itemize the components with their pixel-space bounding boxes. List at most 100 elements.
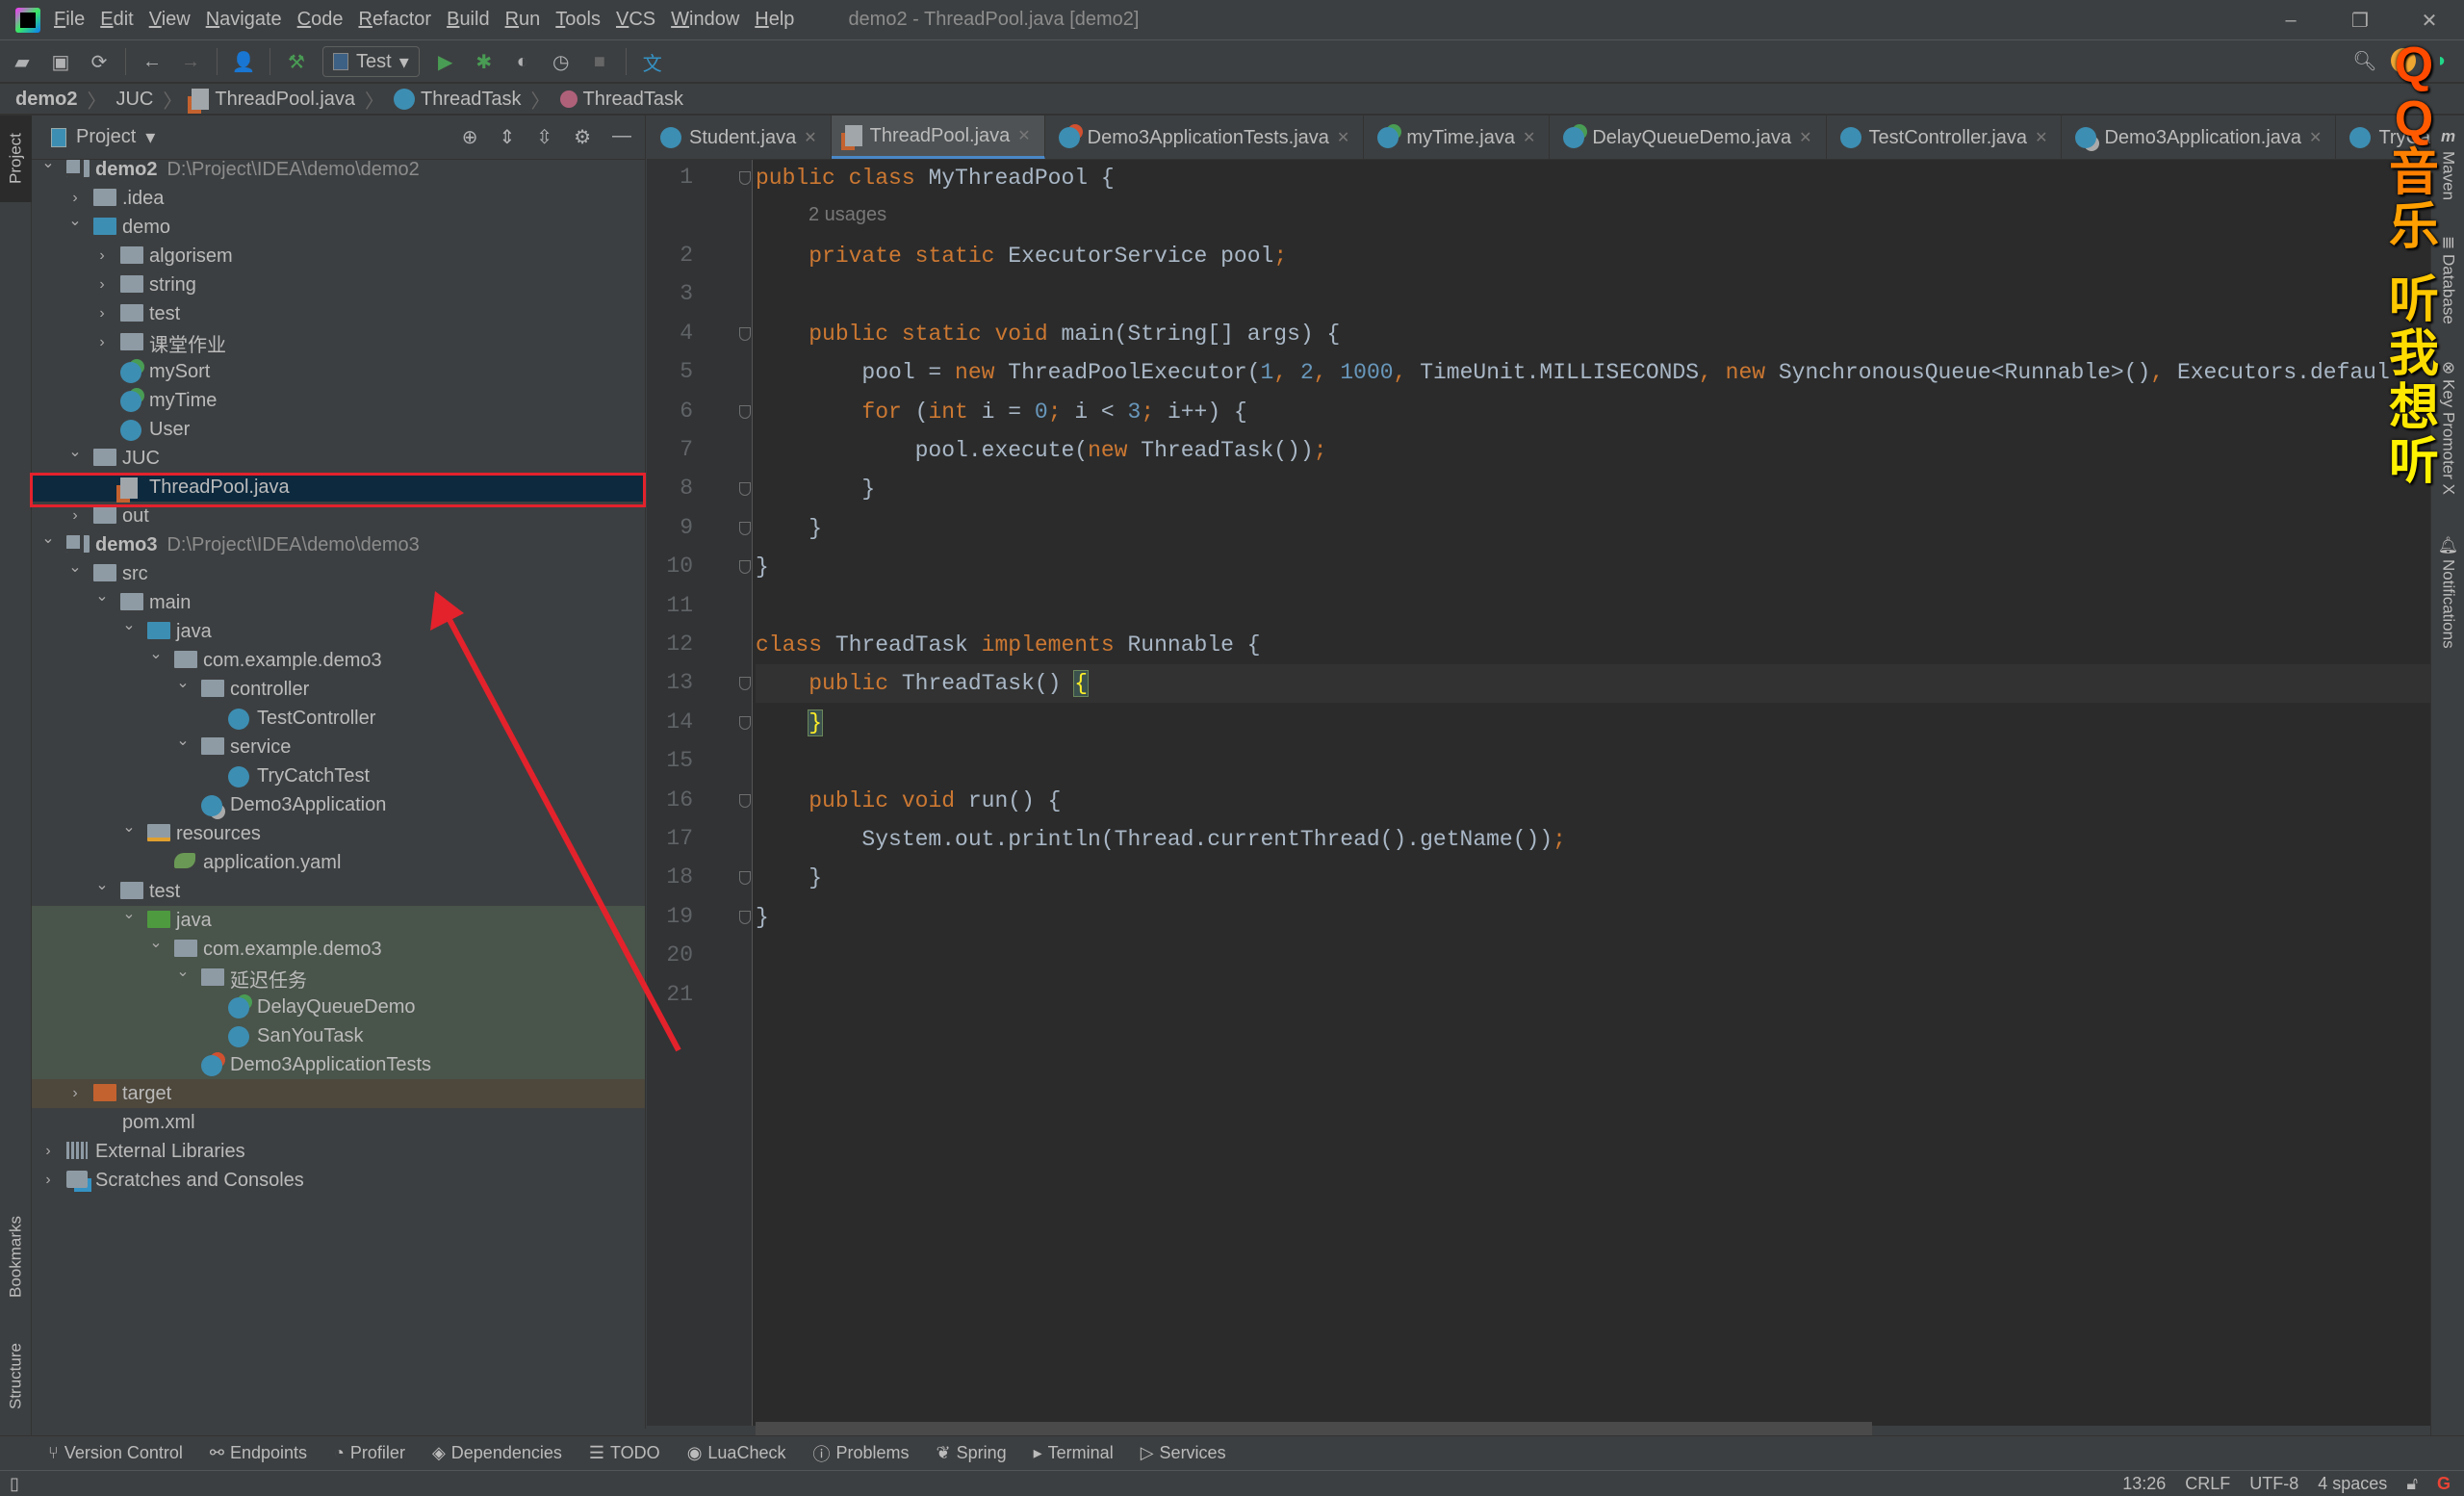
project-tool-tab[interactable]: Project [0, 116, 32, 202]
save-icon[interactable]: ▣ [48, 49, 73, 74]
tool-profiler[interactable]: ◔ Profiler [334, 1443, 405, 1463]
translate-icon[interactable]: 文 [640, 49, 665, 75]
notifications-tool-tab[interactable]: 🔔︎ Notifications [2431, 534, 2464, 649]
tree-item[interactable]: Demo3ApplicationTests [32, 1050, 645, 1079]
tree-item[interactable]: › External Libraries [32, 1137, 645, 1166]
tree-item[interactable]: ⌄ resources [32, 819, 645, 848]
menu-vcs[interactable]: VCS [616, 9, 655, 31]
fold-marker-icon[interactable] [739, 715, 751, 730]
chevron-down-icon[interactable]: ⌄ [120, 615, 138, 634]
forward-icon[interactable]: → [178, 49, 203, 74]
chevron-down-icon[interactable]: ⌄ [147, 644, 165, 663]
tree-item[interactable]: › target [32, 1079, 645, 1108]
tool-endpoints[interactable]: ⚯ Endpoints [210, 1443, 307, 1463]
search-icon[interactable]: 🔍︎ [2352, 48, 2377, 73]
maximize-button[interactable]: ❐ [2325, 0, 2395, 40]
chevron-right-icon[interactable]: › [66, 507, 84, 525]
profile-icon[interactable]: ◷ [549, 49, 574, 74]
minimize-button[interactable]: – [2256, 0, 2325, 40]
tool-terminal[interactable]: ▸ Terminal [1034, 1443, 1114, 1463]
menu-navigate[interactable]: Navigate [206, 9, 282, 31]
code-editor[interactable]: 1 2 3 4 5 6 7 8 9 10 11 12 13 14 15 16 17 18 19 20 21 2 usag… [647, 160, 2430, 1426]
close-tab-icon[interactable]: ✕ [1523, 128, 1535, 147]
menu-run[interactable]: Run [505, 9, 541, 31]
tree-item[interactable]: ⌄ demo2 D:\Project\IDEA\demo\demo2 [32, 155, 645, 184]
tree-item[interactable]: ⌄ main [32, 586, 645, 617]
coverage-icon[interactable]: ◐ [510, 49, 535, 74]
tree-item[interactable]: pom.xml [32, 1108, 645, 1137]
chevron-down-icon[interactable]: ⌄ [120, 904, 138, 923]
close-tab-icon[interactable]: ✕ [804, 128, 816, 147]
tree-item[interactable]: › algorisem [32, 242, 645, 271]
editor-tab[interactable]: Demo3Application.java ✕ [2062, 116, 2337, 159]
sync-icon[interactable]: ⟳ [87, 49, 112, 74]
tool-todo[interactable]: ☰ TODO [589, 1443, 660, 1463]
tool-dependencies[interactable]: ◈ Dependencies [432, 1443, 562, 1463]
tree-item[interactable]: ⌄ src [32, 559, 645, 588]
close-tab-icon[interactable]: ✕ [1799, 128, 1811, 147]
menu-view[interactable]: View [149, 9, 191, 31]
tree-item[interactable]: DelayQueueDemo [32, 993, 645, 1021]
file-encoding[interactable]: UTF-8 [2249, 1474, 2298, 1494]
tree-item[interactable]: ⌄ service [32, 731, 645, 761]
tree-item[interactable]: TestController [32, 704, 645, 733]
chevron-down-icon[interactable]: ⌄ [174, 962, 192, 981]
chevron-down-icon[interactable]: ⌄ [147, 933, 165, 952]
tree-item[interactable]: › string [32, 271, 645, 299]
line-separator[interactable]: CRLF [2185, 1474, 2230, 1494]
breadcrumb-item[interactable]: JUC [116, 89, 153, 111]
menu-edit[interactable]: Edit [100, 9, 133, 31]
chevron-down-icon[interactable]: ⌄ [93, 586, 111, 606]
menu-build[interactable]: Build [447, 9, 489, 31]
breadcrumb-item[interactable]: ThreadPool.java [192, 89, 355, 111]
hide-panel-icon[interactable]: — [612, 125, 631, 149]
editor-tab[interactable]: TestController.java ✕ [1827, 116, 2063, 159]
tree-item[interactable]: TryCatchTest [32, 761, 645, 790]
stop-icon[interactable]: ■ [587, 49, 612, 74]
lock-icon[interactable]: 🔓︎ [2406, 1474, 2418, 1494]
fold-marker-icon[interactable] [739, 326, 751, 341]
tree-item[interactable]: ⌄ java [32, 615, 645, 646]
menu-file[interactable]: File [54, 9, 85, 31]
chevron-right-icon[interactable]: › [39, 1172, 57, 1189]
tree-item[interactable]: ⌄ JUC [32, 444, 645, 473]
usages-inlay-hint[interactable]: 2 usages [808, 204, 886, 226]
chevron-down-icon[interactable]: ▾ [145, 125, 155, 149]
chevron-down-icon[interactable]: ⌄ [174, 673, 192, 692]
caret-position[interactable]: 13:26 [2122, 1474, 2166, 1494]
run-icon[interactable]: ▶ [433, 49, 458, 74]
editor-tab[interactable]: Student.java ✕ [647, 116, 832, 159]
menu-help[interactable]: Help [755, 9, 794, 31]
back-icon[interactable]: ← [140, 49, 165, 74]
fold-marker-icon[interactable] [739, 677, 751, 691]
chevron-right-icon[interactable]: › [66, 1085, 84, 1102]
menu-refactor[interactable]: Refactor [358, 9, 431, 31]
toggle-tool-windows-icon[interactable]: ▯ [10, 1474, 19, 1494]
tree-item[interactable]: › test [32, 299, 645, 328]
tool-services[interactable]: ▷ Services [1141, 1443, 1226, 1463]
editor-tab[interactable]: DelayQueueDemo.java ✕ [1550, 116, 1827, 159]
tool-problems[interactable]: ⓘ Problems [812, 1441, 909, 1466]
chevron-down-icon[interactable]: ⌄ [174, 731, 192, 750]
tree-item[interactable]: application.yaml [32, 848, 645, 877]
google-icon[interactable]: G [2437, 1474, 2451, 1494]
chevron-right-icon[interactable]: › [93, 334, 111, 351]
build-hammer-icon[interactable]: ⚒ [284, 49, 309, 74]
breadcrumb-item[interactable]: ThreadTask [394, 89, 522, 111]
locate-file-icon[interactable]: ⊕ [462, 125, 478, 149]
chevron-down-icon[interactable]: ⌄ [39, 529, 57, 548]
close-button[interactable]: ✕ [2395, 0, 2464, 40]
chevron-right-icon[interactable]: › [93, 247, 111, 265]
fold-marker-icon[interactable] [739, 910, 751, 924]
tree-item[interactable]: mySort [32, 357, 645, 386]
tree-item[interactable]: ⌄ java [32, 904, 645, 935]
fold-marker-icon[interactable] [739, 171, 751, 185]
debug-icon[interactable]: ✱ [472, 49, 497, 74]
project-view-select[interactable]: Project [76, 126, 136, 148]
chevron-right-icon[interactable]: › [39, 1143, 57, 1160]
breadcrumb-item[interactable]: ThreadTask [559, 89, 683, 111]
tree-item[interactable]: Demo3Application [32, 790, 645, 819]
expand-all-icon[interactable]: ⇕ [500, 125, 516, 149]
fold-marker-icon[interactable] [739, 793, 751, 808]
close-tab-icon[interactable]: ✕ [2035, 128, 2047, 147]
